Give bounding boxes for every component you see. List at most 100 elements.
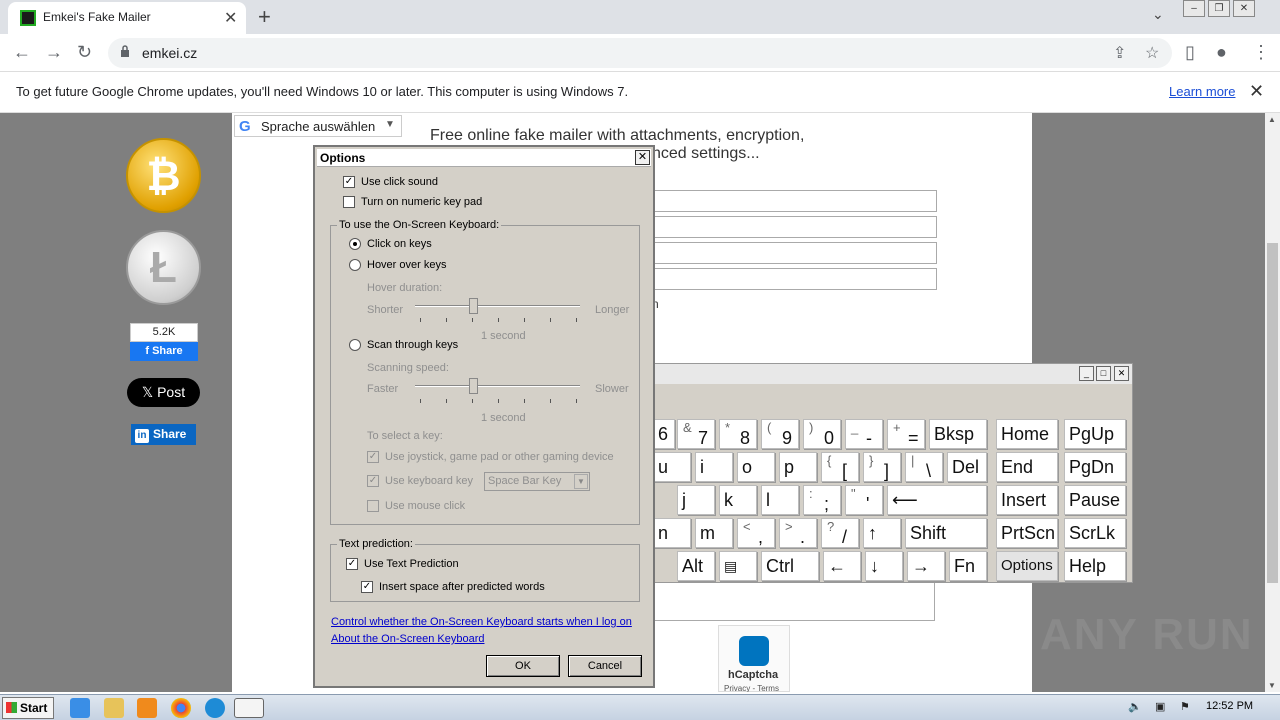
back-icon[interactable]: ← xyxy=(13,42,31,63)
google-translate-select[interactable]: G Sprache auswählen ▼ xyxy=(234,115,402,137)
key-period[interactable]: >. xyxy=(779,518,817,548)
key-pgdn[interactable]: PgDn xyxy=(1064,452,1126,482)
key-semicolon[interactable]: :; xyxy=(803,485,841,515)
about-osk-link[interactable]: About the On-Screen Keyboard xyxy=(331,633,484,645)
form-field-4[interactable] xyxy=(652,268,937,290)
speaker-icon[interactable]: 🔈 xyxy=(1128,700,1142,714)
numeric-keypad-checkbox[interactable] xyxy=(343,196,355,208)
dialog-close-icon[interactable]: ✕ xyxy=(635,150,650,165)
key-scrlk[interactable]: ScrLk xyxy=(1064,518,1126,548)
form-field-3[interactable] xyxy=(652,242,937,264)
key-o[interactable]: o xyxy=(737,452,775,482)
cancel-button[interactable]: Cancel xyxy=(568,655,642,677)
scroll-thumb[interactable] xyxy=(1267,243,1278,583)
chrome-icon[interactable] xyxy=(171,698,191,718)
media-player-icon[interactable] xyxy=(137,698,157,718)
osk-close-icon[interactable]: ✕ xyxy=(1114,366,1129,381)
network-icon[interactable]: ▣ xyxy=(1155,700,1169,714)
tab-search-chevron-icon[interactable]: ⌄ xyxy=(1152,6,1164,23)
scanning-speed-slider-thumb[interactable] xyxy=(469,378,478,394)
restore-icon[interactable]: ❐ xyxy=(1208,0,1230,17)
key-help[interactable]: Help xyxy=(1064,551,1126,581)
form-field-1[interactable] xyxy=(652,190,937,212)
osk-minimize-icon[interactable]: _ xyxy=(1079,366,1094,381)
osk-title-bar[interactable]: _ □ ✕ xyxy=(641,364,1132,384)
profile-avatar-icon[interactable]: ● xyxy=(1216,42,1227,63)
key-fn[interactable]: Fn xyxy=(949,551,987,581)
key-comma[interactable]: <, xyxy=(737,518,775,548)
key-u[interactable]: u xyxy=(653,452,691,482)
hover-over-keys-radio[interactable] xyxy=(349,259,361,271)
key-alt[interactable]: Alt xyxy=(677,551,715,581)
scan-through-keys-radio[interactable] xyxy=(349,339,361,351)
edge-icon[interactable] xyxy=(205,698,225,718)
hover-duration-slider-thumb[interactable] xyxy=(469,298,478,314)
forward-icon[interactable]: → xyxy=(45,42,63,63)
use-mouse-click-checkbox[interactable] xyxy=(367,500,379,512)
tab-close-icon[interactable]: ✕ xyxy=(224,8,237,28)
hover-duration-slider[interactable] xyxy=(415,305,580,307)
scanning-speed-slider[interactable] xyxy=(415,385,580,387)
key-backslash[interactable]: | \ xyxy=(905,452,943,482)
internet-explorer-icon[interactable] xyxy=(70,698,90,718)
keyboard-key-select[interactable]: Space Bar Key ▼ xyxy=(484,472,590,491)
key-m[interactable]: m xyxy=(695,518,733,548)
key-p[interactable]: p xyxy=(779,452,817,482)
linkedin-share-button[interactable]: in Share xyxy=(131,424,196,445)
key-i[interactable]: i xyxy=(695,452,733,482)
learn-more-link[interactable]: Learn more xyxy=(1169,84,1235,99)
control-startup-link[interactable]: Control whether the On-Screen Keyboard s… xyxy=(331,616,632,628)
osk-taskbar-icon[interactable] xyxy=(234,698,264,718)
key-left-bracket[interactable]: {[ xyxy=(821,452,859,482)
new-tab-icon[interactable]: + xyxy=(258,4,271,30)
bookmark-star-icon[interactable]: ☆ xyxy=(1145,43,1159,63)
key-menu[interactable]: ▤ xyxy=(719,551,757,581)
key-6[interactable]: 6 xyxy=(653,419,675,449)
key-apostrophe[interactable]: " ' xyxy=(845,485,883,515)
dialog-title-bar[interactable]: Options ✕ xyxy=(317,149,651,167)
key-n[interactable]: n xyxy=(653,518,691,548)
click-on-keys-radio[interactable] xyxy=(349,238,361,250)
minimize-icon[interactable]: – xyxy=(1183,0,1205,17)
facebook-share-widget[interactable]: 5.2K f Share xyxy=(130,323,198,361)
key-insert[interactable]: Insert xyxy=(996,485,1058,515)
key-left-arrow[interactable]: ← xyxy=(823,551,861,581)
facebook-share-button[interactable]: f Share xyxy=(130,342,198,361)
key-j[interactable]: j xyxy=(677,485,715,515)
key-pause[interactable]: Pause xyxy=(1064,485,1126,515)
use-joystick-checkbox[interactable]: ✓ xyxy=(367,451,379,463)
action-center-flag-icon[interactable]: ⚑ xyxy=(1180,700,1194,714)
key-right-bracket[interactable]: }] xyxy=(863,452,901,482)
start-button[interactable]: Start xyxy=(2,697,54,719)
scroll-down-icon[interactable]: ▼ xyxy=(1268,681,1276,690)
key-enter[interactable]: ⟵ xyxy=(887,485,987,515)
key-home[interactable]: Home xyxy=(996,419,1058,449)
key-options[interactable]: Options xyxy=(996,551,1058,581)
page-scrollbar[interactable]: ▲ ▼ xyxy=(1265,113,1280,692)
key-ctrl[interactable]: Ctrl xyxy=(761,551,819,581)
insert-space-checkbox[interactable]: ✓ xyxy=(361,581,373,593)
key-9[interactable]: (9 xyxy=(761,419,799,449)
address-bar[interactable]: emkei.cz ⇪ ☆ xyxy=(108,38,1172,68)
key-equals[interactable]: + = xyxy=(887,419,925,449)
key-7[interactable]: & 7 xyxy=(677,419,715,449)
key-backspace[interactable]: Bksp xyxy=(929,419,987,449)
key-8[interactable]: * 8 xyxy=(719,419,757,449)
clock[interactable]: 12:52 PM xyxy=(1206,700,1253,712)
litecoin-logo[interactable]: Ł xyxy=(126,230,201,305)
key-right-arrow[interactable]: → xyxy=(907,551,945,581)
x-post-button[interactable]: 𝕏 Post xyxy=(127,378,200,407)
key-delete[interactable]: Del xyxy=(947,452,987,482)
key-shift[interactable]: Shift xyxy=(905,518,987,548)
key-minus[interactable]: _ - xyxy=(845,419,883,449)
key-0[interactable]: ) 0 xyxy=(803,419,841,449)
key-down-arrow[interactable]: ↓ xyxy=(865,551,903,581)
key-l[interactable]: l xyxy=(761,485,799,515)
key-up-arrow[interactable]: ↑ xyxy=(863,518,901,548)
message-textarea[interactable] xyxy=(652,581,935,621)
key-k[interactable]: k xyxy=(719,485,757,515)
key-slash[interactable]: ? / xyxy=(821,518,859,548)
hcaptcha-privacy-terms[interactable]: Privacy - Terms xyxy=(724,684,779,692)
use-text-prediction-checkbox[interactable]: ✓ xyxy=(346,558,358,570)
menu-kebab-icon[interactable]: ⋮ xyxy=(1252,42,1270,63)
